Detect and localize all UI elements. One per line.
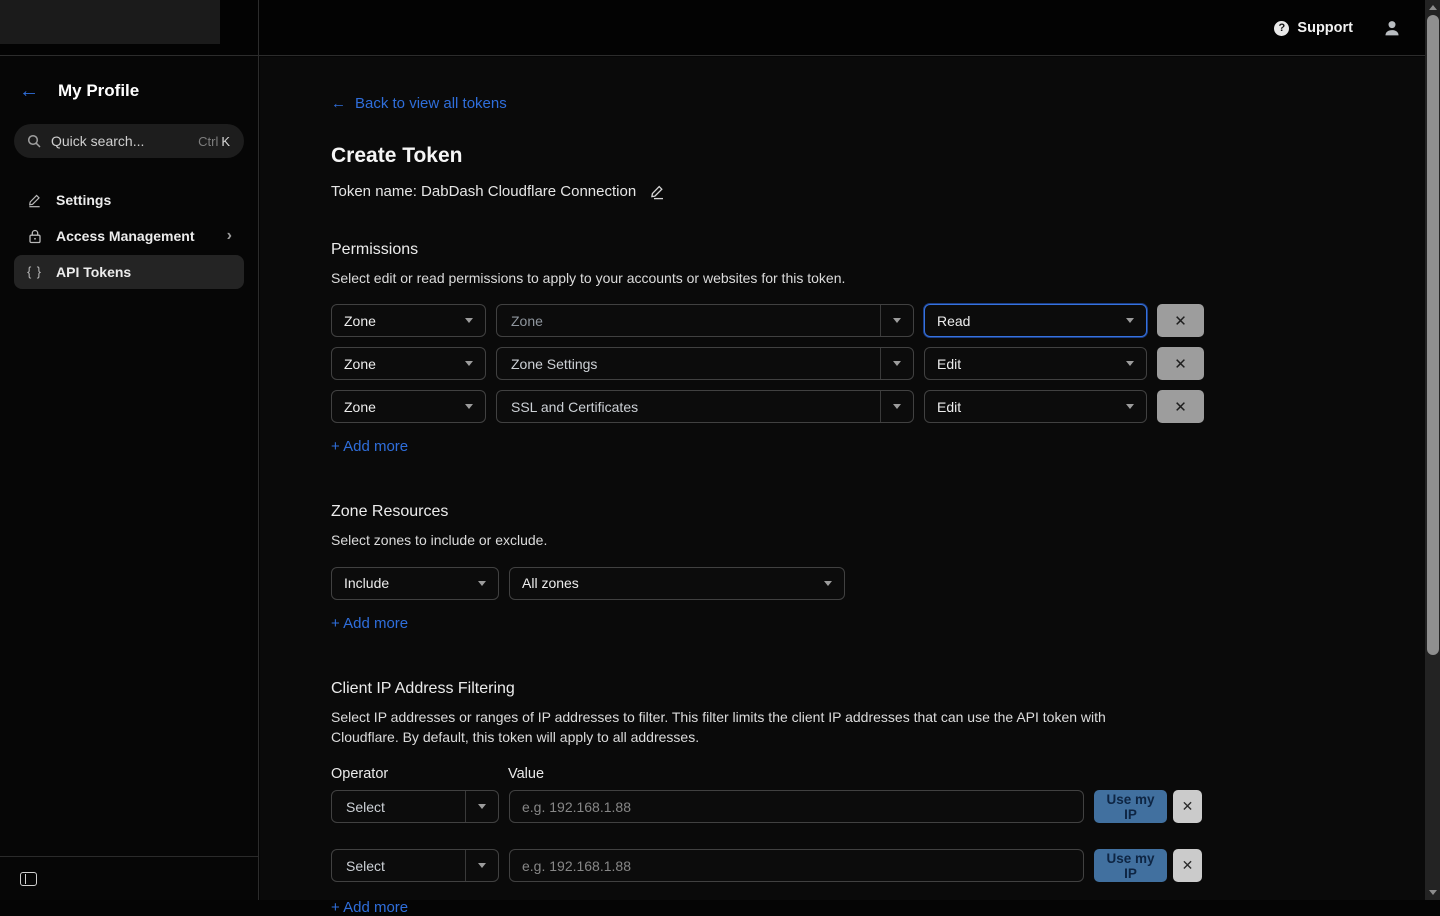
remove-permission-button[interactable]: ✕ [1157,390,1204,423]
chevron-right-icon: › [227,227,232,245]
permissions-description: Select edit or read permissions to apply… [331,268,1141,288]
collapse-sidebar-icon[interactable] [20,872,37,886]
chevron-down-icon [1126,318,1134,323]
zone-resource-row: Include All zones [331,567,1425,600]
sidebar-item-label: Access Management [56,228,195,244]
token-name-text: Token name: DabDash Cloudflare Connectio… [331,183,636,200]
user-account-icon[interactable] [1383,19,1401,37]
sidebar-item-label: API Tokens [56,264,131,280]
lock-icon [26,229,43,244]
braces-icon: { } [26,265,43,279]
permission-access-select[interactable]: Read [924,304,1147,337]
vertical-scrollbar[interactable] [1425,0,1440,900]
sidebar: ← My Profile Quick search... CtrlK Setti… [0,57,259,900]
operator-column-label: Operator [331,766,508,782]
sidebar-item-settings[interactable]: Settings [14,183,244,217]
sidebar-item-label: Settings [56,192,111,208]
permission-scope-select[interactable]: Zone [331,304,486,337]
permissions-title: Permissions [331,241,1425,259]
back-arrow-icon: ← [331,95,346,112]
value-column-label: Value [508,766,544,782]
remove-permission-button[interactable]: ✕ [1157,304,1204,337]
chevron-down-icon [824,581,832,586]
zone-include-select[interactable]: Include [331,567,499,600]
permission-access-select[interactable]: Edit [924,347,1147,380]
main-content: ← Back to view all tokens Create Token T… [260,57,1425,900]
use-my-ip-button[interactable]: Use my IP [1094,849,1167,882]
add-zone-resource-link[interactable]: + Add more [331,615,408,632]
ip-value-input[interactable] [509,790,1084,823]
scrollbar-thumb[interactable] [1427,15,1439,655]
logo-placeholder [0,0,220,44]
sidebar-footer [0,856,258,900]
chevron-down-icon[interactable] [880,305,913,336]
ip-filtering-title: Client IP Address Filtering [331,680,1425,698]
ip-operator-select[interactable]: Select [331,790,499,823]
ip-filter-row: Select Use my IP ✕ [331,790,1425,823]
chevron-down-icon [1126,361,1134,366]
sidebar-title: My Profile [58,81,139,101]
chevron-down-icon [465,404,473,409]
permission-access-select[interactable]: Edit [924,390,1147,423]
ip-filtering-description: Select IP addresses or ranges of IP addr… [331,707,1141,748]
pencil-icon [26,193,43,208]
ip-value-input[interactable] [509,849,1084,882]
chevron-down-icon [478,581,486,586]
header-divider [258,0,259,57]
support-label: Support [1297,20,1353,36]
scroll-down-icon[interactable] [1425,886,1440,899]
support-link[interactable]: ? Support [1274,20,1353,36]
remove-permission-button[interactable]: ✕ [1157,347,1204,380]
zone-resources-title: Zone Resources [331,503,1425,521]
chevron-down-icon[interactable] [465,791,498,822]
back-to-tokens-link[interactable]: ← Back to view all tokens [331,95,507,112]
chevron-down-icon [465,361,473,366]
page-title: Create Token [331,144,1425,168]
help-icon: ? [1274,21,1289,36]
ip-filter-row: Select Use my IP ✕ [331,849,1425,882]
sidebar-back-icon[interactable]: ← [19,81,39,101]
use-my-ip-button[interactable]: Use my IP [1094,790,1167,823]
sidebar-item-api-tokens[interactable]: { } API Tokens [14,255,244,289]
sidebar-item-access-management[interactable]: Access Management › [14,219,244,253]
remove-ip-filter-button[interactable]: ✕ [1173,790,1202,823]
remove-ip-filter-button[interactable]: ✕ [1173,849,1202,882]
quick-search-input[interactable]: Quick search... CtrlK [14,124,244,158]
permission-row: Zone Zone Settings Edit ✕ [331,347,1425,380]
edit-token-name-icon[interactable] [649,184,665,200]
ip-operator-select[interactable]: Select [331,849,499,882]
add-permission-link[interactable]: + Add more [331,438,408,455]
chevron-down-icon [465,318,473,323]
add-ip-filter-link[interactable]: + Add more [331,899,408,916]
permission-row: Zone Zone Read ✕ [331,304,1425,337]
chevron-down-icon [1126,404,1134,409]
search-placeholder: Quick search... [51,133,188,149]
chevron-down-icon[interactable] [880,348,913,379]
zone-resources-description: Select zones to include or exclude. [331,530,1141,550]
permission-scope-select[interactable]: Zone [331,347,486,380]
search-icon [27,134,41,148]
top-bar: ? Support [0,0,1425,56]
scroll-up-icon[interactable] [1425,1,1440,14]
chevron-down-icon[interactable] [880,391,913,422]
permission-resource-select[interactable]: Zone [496,304,914,337]
zone-scope-select[interactable]: All zones [509,567,845,600]
permission-resource-select[interactable]: SSL and Certificates [496,390,914,423]
chevron-down-icon[interactable] [465,850,498,881]
permission-resource-select[interactable]: Zone Settings [496,347,914,380]
permission-scope-select[interactable]: Zone [331,390,486,423]
permission-row: Zone SSL and Certificates Edit ✕ [331,390,1425,423]
search-shortcut: CtrlK [198,134,230,149]
